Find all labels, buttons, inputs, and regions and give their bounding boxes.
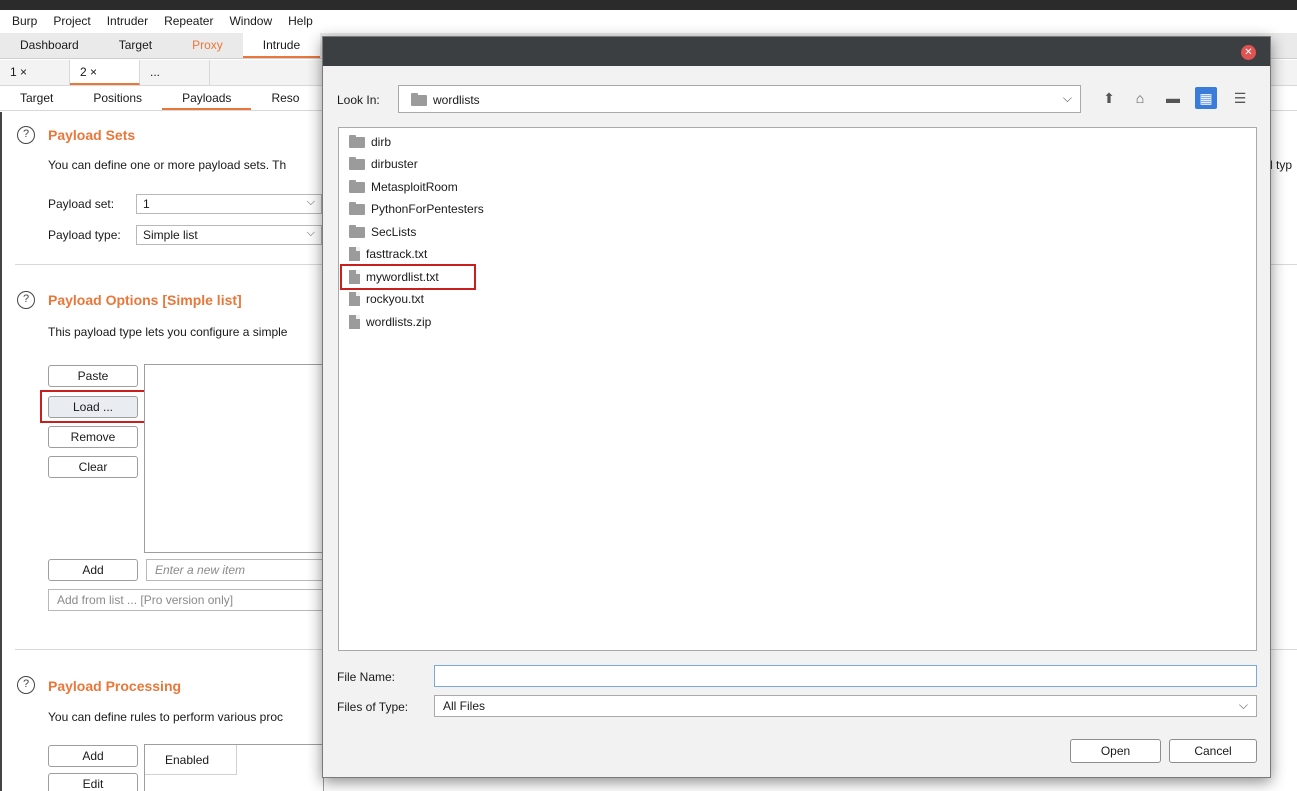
entry-name: MetasploitRoom	[371, 180, 458, 194]
chevron-down-icon: ⌵	[1062, 91, 1072, 105]
clear-button[interactable]: Clear	[48, 456, 138, 478]
close-icon[interactable]: ✕	[1241, 45, 1256, 60]
menu-repeater[interactable]: Repeater	[156, 14, 221, 28]
add-item-button[interactable]: Add	[48, 559, 138, 581]
new-folder-icon[interactable]: ▬	[1162, 87, 1184, 109]
payload-list[interactable]	[144, 364, 324, 553]
look-in-select[interactable]: wordlists ⌵	[398, 85, 1081, 113]
menu-bar: Burp Project Intruder Repeater Window He…	[0, 10, 1297, 32]
payload-type-value: Simple list	[143, 228, 198, 242]
entry-name: fasttrack.txt	[366, 247, 428, 261]
payload-options-title: Payload Options [Simple list]	[48, 292, 242, 308]
files-of-type-value: All Files	[443, 699, 486, 713]
edit-rule-button[interactable]: Edit	[48, 773, 138, 791]
help-icon[interactable]: ?	[17, 676, 35, 694]
help-icon[interactable]: ?	[17, 291, 35, 309]
tab-proxy[interactable]: Proxy	[172, 33, 243, 58]
files-of-type-label: Files of Type:	[337, 700, 409, 714]
payload-set-value: 1	[143, 197, 150, 211]
list-item[interactable]: PythonForPentesters	[349, 199, 484, 219]
file-list: dirb dirbuster MetasploitRoom PythonForP…	[338, 127, 1257, 651]
folder-icon	[349, 224, 365, 238]
load-button-highlight	[40, 390, 146, 423]
menu-window[interactable]: Window	[221, 14, 280, 28]
remove-button[interactable]: Remove	[48, 426, 138, 448]
window-titlebar	[0, 0, 1297, 10]
entry-name: wordlists.zip	[366, 315, 432, 329]
tab-resource-pool[interactable]: Reso	[251, 87, 319, 110]
payload-processing-title: Payload Processing	[48, 678, 182, 694]
tab-dashboard[interactable]: Dashboard	[0, 33, 99, 58]
payload-sets-title: Payload Sets	[48, 127, 136, 143]
file-icon	[349, 315, 360, 329]
add-rule-button[interactable]: Add	[48, 745, 138, 767]
look-in-value: wordlists	[433, 93, 480, 107]
attack-tab-new[interactable]: ...	[140, 60, 210, 85]
add-from-list-select[interactable]: Add from list ... [Pro version only]	[48, 589, 324, 611]
payload-type-select[interactable]: Simple list ⌵	[136, 225, 322, 245]
folder-icon	[349, 134, 365, 148]
tab-payloads[interactable]: Payloads	[162, 87, 252, 110]
folder-icon	[411, 93, 427, 106]
payload-processing-description: You can define rules to perform various …	[48, 710, 284, 724]
paste-button[interactable]: Paste	[48, 365, 138, 387]
payload-sets-description-tail: l typ	[1270, 158, 1293, 172]
list-item[interactable]: rockyou.txt	[349, 289, 424, 309]
column-header-enabled[interactable]: Enabled	[145, 745, 237, 775]
payload-set-label: Payload set:	[48, 197, 115, 211]
list-item[interactable]: MetasploitRoom	[349, 177, 458, 197]
processing-rules-table[interactable]: Enabled	[144, 744, 324, 791]
files-of-type-select[interactable]: All Files ⌵	[434, 695, 1257, 717]
list-view-icon[interactable]: ▦	[1195, 87, 1217, 109]
file-highlight	[340, 264, 476, 290]
chevron-down-icon: ⌵	[306, 227, 315, 239]
folder-icon	[349, 201, 365, 215]
cancel-button[interactable]: Cancel	[1169, 739, 1257, 763]
menu-burp[interactable]: Burp	[4, 14, 45, 28]
file-name-input[interactable]	[434, 665, 1257, 687]
open-button[interactable]: Open	[1070, 739, 1161, 763]
home-icon[interactable]: ⌂	[1129, 87, 1151, 109]
payload-set-select[interactable]: 1 ⌵	[136, 194, 322, 214]
up-folder-icon[interactable]: ⬆	[1098, 87, 1120, 109]
payload-type-label: Payload type:	[48, 228, 121, 242]
look-in-label: Look In:	[337, 93, 380, 107]
details-view-icon[interactable]: ☰	[1229, 87, 1251, 109]
payload-options-description: This payload type lets you configure a s…	[48, 325, 288, 339]
attack-tab-2[interactable]: 2 ×	[70, 60, 140, 85]
file-icon	[349, 292, 360, 306]
folder-icon	[349, 179, 365, 193]
entry-name: dirb	[371, 135, 392, 149]
tab-target[interactable]: Target	[99, 33, 172, 58]
new-item-input[interactable]: Enter a new item	[146, 559, 324, 581]
chevron-down-icon: ⌵	[306, 196, 315, 208]
list-item[interactable]: SecLists	[349, 222, 416, 242]
list-item[interactable]: fasttrack.txt	[349, 244, 427, 264]
chevron-down-icon: ⌵	[1238, 698, 1248, 712]
entry-name: SecLists	[371, 225, 417, 239]
help-icon[interactable]: ?	[17, 126, 35, 144]
tab-positions[interactable]: Positions	[73, 87, 162, 110]
entry-name: PythonForPentesters	[371, 202, 484, 216]
open-file-dialog: ✕ Look In: wordlists ⌵ ⬆ ⌂ ▬ ▦ ☰ dirb di…	[322, 36, 1271, 778]
dialog-titlebar	[323, 37, 1270, 66]
list-item[interactable]: dirb	[349, 132, 391, 152]
tab-intruder[interactable]: Intrude	[242, 33, 321, 58]
menu-help[interactable]: Help	[280, 14, 321, 28]
entry-name: rockyou.txt	[366, 292, 425, 306]
file-name-label: File Name:	[337, 670, 396, 684]
file-icon	[349, 247, 360, 261]
payload-sets-description: You can define one or more payload sets.…	[48, 158, 287, 172]
list-item[interactable]: wordlists.zip	[349, 312, 431, 332]
menu-intruder[interactable]: Intruder	[99, 14, 156, 28]
attack-tab-1[interactable]: 1 ×	[0, 60, 70, 85]
entry-name: dirbuster	[371, 157, 418, 171]
list-item[interactable]: dirbuster	[349, 154, 418, 174]
menu-project[interactable]: Project	[45, 14, 98, 28]
tab-target-section[interactable]: Target	[0, 87, 73, 110]
folder-icon	[349, 156, 365, 170]
